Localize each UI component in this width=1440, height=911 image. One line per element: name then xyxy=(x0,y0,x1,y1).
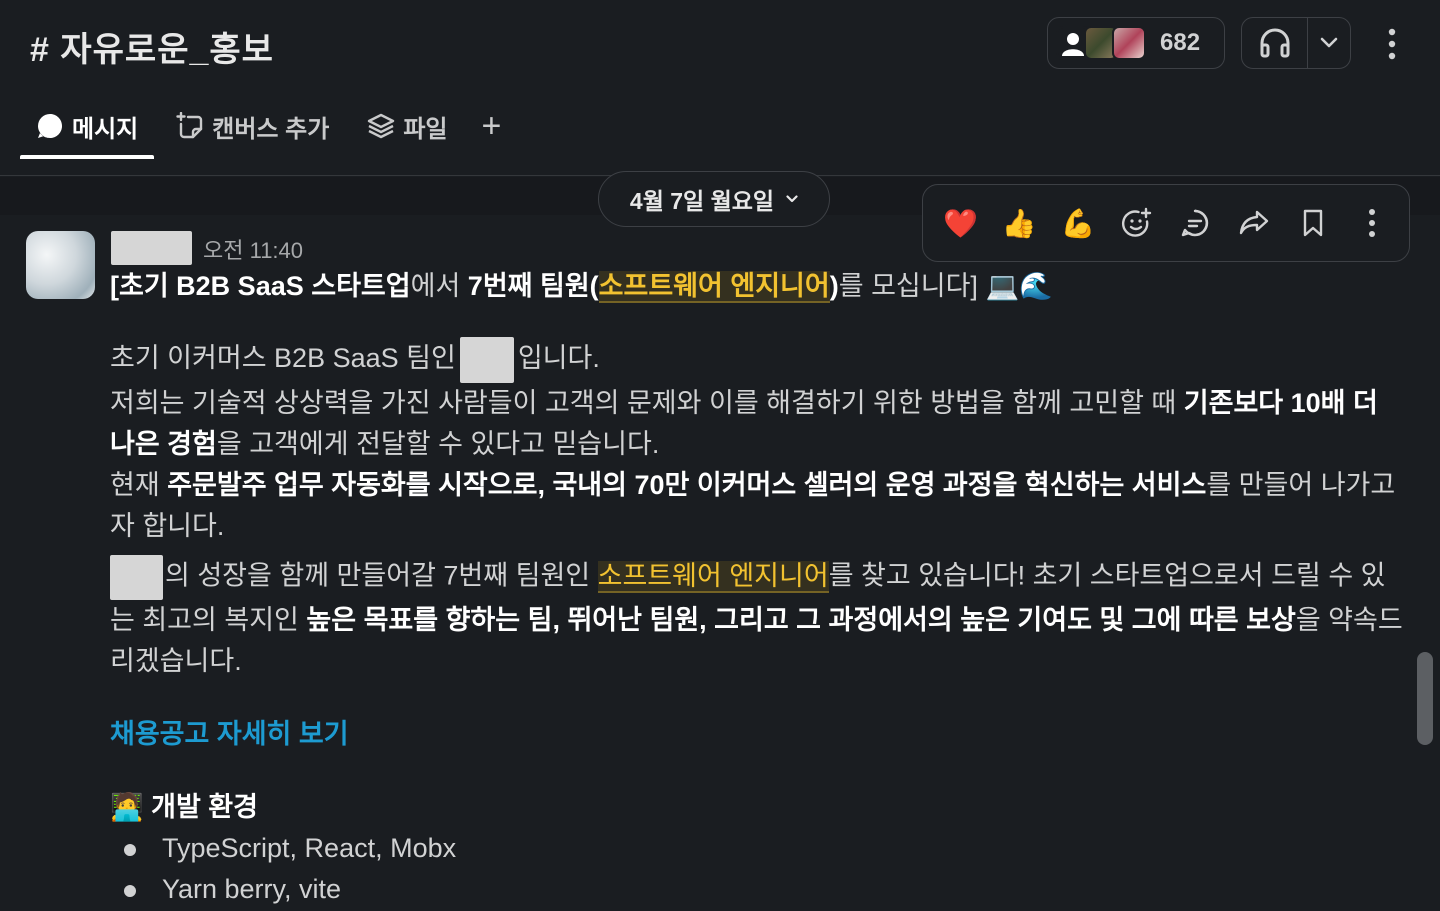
message-actions-toolbar: ❤️ 👍 💪 xyxy=(922,184,1410,262)
section-dev-environment: 🧑‍💻 개발 환경 xyxy=(110,787,1410,828)
paragraph-text: 의 성장을 함께 만들어갈 7번째 팀원인 xyxy=(165,560,598,591)
list-item: TypeScript, React, Mobx xyxy=(110,828,1410,869)
highlight-text: 소프트웨어 엔지니어 xyxy=(598,271,830,301)
highlight-keyword: 소프트웨어 엔지니어 xyxy=(597,560,829,593)
layers-icon xyxy=(367,112,395,140)
sender-avatar[interactable] xyxy=(26,231,95,299)
member-count: 682 xyxy=(1160,29,1201,56)
huddle-dropdown-button[interactable] xyxy=(1308,18,1350,68)
huddle-button[interactable] xyxy=(1242,18,1308,68)
tab-files[interactable]: 파일 xyxy=(351,104,463,148)
list-item: Yarn berry, vite xyxy=(110,869,1410,910)
add-tab-button[interactable]: + xyxy=(470,104,514,148)
list-item-text: TypeScript, React, Mobx xyxy=(162,833,457,863)
message-icon xyxy=(36,112,64,140)
add-reaction-icon xyxy=(1121,207,1151,237)
reply-thread-icon xyxy=(1182,209,1209,237)
company-name-redacted xyxy=(459,337,514,383)
paragraph-text: 입니다. xyxy=(517,343,600,374)
reaction-muscle-button[interactable]: 💪 xyxy=(1057,201,1100,245)
bookmark-icon xyxy=(1303,209,1323,237)
tab-label: 메시지 xyxy=(72,115,139,143)
paragraph-text: 초기 이커머스 B2B SaaS 팀인 xyxy=(110,343,456,374)
paragraph-text: 현재 xyxy=(110,470,168,500)
title-text: 를 모십니다] 💻🌊 xyxy=(838,271,1053,301)
channel-more-button[interactable] xyxy=(1372,22,1412,66)
paragraph-belief: 저희는 기술적 상상력을 가진 사람들이 고객의 문제와 이를 해결하기 위한 … xyxy=(110,383,1410,465)
bold-text: 주문발주 업무 자동화를 시작으로, 국내의 70만 이커머스 셀러의 운영 과… xyxy=(167,470,1207,500)
title-text: 에서 xyxy=(410,271,468,301)
job-posting-link[interactable]: 채용공고 자세히 보기 xyxy=(110,719,349,749)
tab-label: 캔버스 추가 xyxy=(212,115,330,143)
date-divider-button[interactable]: 4월 7일 월요일 xyxy=(598,171,830,227)
paragraph-text: 을 고객에게 전달할 수 있다고 믿습니다. xyxy=(216,429,660,459)
channel-header: # 자유로운_홍보 682 메시지 캔버스 추가 파일 + xyxy=(0,0,1440,176)
highlight-keyword: 소프트웨어 엔지니어 xyxy=(598,271,830,303)
reaction-thumbsup-button[interactable]: 👍 xyxy=(998,201,1041,245)
sender-name-redacted[interactable] xyxy=(111,231,192,265)
bold-text: 높은 목표를 향하는 팀, 뛰어난 팀원, 그리고 그 과정에서의 높은 기여도… xyxy=(306,605,1296,635)
tab-messages[interactable]: 메시지 xyxy=(20,104,155,159)
bookmark-button[interactable] xyxy=(1292,201,1335,245)
tab-add-canvas[interactable]: 캔버스 추가 xyxy=(160,104,345,148)
dev-environment-list: TypeScript, React, Mobx Yarn berry, vite xyxy=(110,828,1410,910)
title-bold-text: ) xyxy=(829,271,839,301)
section-title: 🧑‍💻 개발 환경 xyxy=(110,792,258,822)
headphones-icon xyxy=(1260,28,1289,58)
bullet-icon xyxy=(124,885,136,897)
paragraph-mission: 현재 주문발주 업무 자동화를 시작으로, 국내의 70만 이커머스 셀러의 운… xyxy=(110,465,1410,547)
reaction-heart-button[interactable]: ❤️ xyxy=(939,201,982,245)
job-posting-paragraph: 채용공고 자세히 보기 xyxy=(110,714,1410,755)
bullet-icon xyxy=(124,844,136,856)
date-divider-label: 4월 7일 월요일 xyxy=(629,188,775,214)
more-vertical-icon xyxy=(1388,28,1396,60)
huddle-control xyxy=(1241,17,1351,69)
reply-thread-button[interactable] xyxy=(1174,201,1217,245)
paragraph-text: 저희는 기술적 상상력을 가진 사람들이 고객의 문제와 이를 해결하기 위한 … xyxy=(110,388,1184,418)
message-body: [초기 B2B SaaS 스타트업에서 7번째 팀원(소프트웨어 엔지니어)를 … xyxy=(110,266,1410,910)
add-reaction-button[interactable] xyxy=(1115,201,1158,245)
canvas-icon xyxy=(176,112,204,140)
chevron-down-icon xyxy=(786,195,798,203)
channel-title[interactable]: # 자유로운_홍보 xyxy=(30,22,274,71)
more-actions-icon xyxy=(1368,209,1375,237)
paragraph-intro: 초기 이커머스 B2B SaaS 팀인 입니다. xyxy=(110,337,1410,383)
company-name-redacted xyxy=(110,555,163,600)
list-item-text: Yarn berry, vite xyxy=(162,874,342,904)
forward-button[interactable] xyxy=(1233,201,1276,245)
paragraph-hiring: 의 성장을 함께 만들어갈 7번째 팀원인 소프트웨어 엔지니어를 찾고 있습니… xyxy=(110,555,1410,682)
message-timestamp[interactable]: 오전 11:40 xyxy=(203,233,303,265)
title-bold-text: [초기 B2B SaaS 스타트업 xyxy=(110,271,411,301)
member-avatars xyxy=(1056,26,1146,60)
message-title: [초기 B2B SaaS 스타트업에서 7번째 팀원(소프트웨어 엔지니어)를 … xyxy=(110,266,1410,307)
members-button[interactable]: 682 xyxy=(1047,17,1225,69)
member-avatar-photo xyxy=(1112,26,1146,60)
title-bold-text: 7번째 팀원( xyxy=(467,271,599,301)
scrollbar-thumb[interactable] xyxy=(1417,652,1433,745)
forward-icon xyxy=(1239,210,1269,235)
more-actions-button[interactable] xyxy=(1350,201,1393,245)
channel-tabs: 메시지 캔버스 추가 파일 + xyxy=(20,104,519,160)
chevron-down-icon xyxy=(1320,37,1338,48)
tab-label: 파일 xyxy=(403,115,448,143)
